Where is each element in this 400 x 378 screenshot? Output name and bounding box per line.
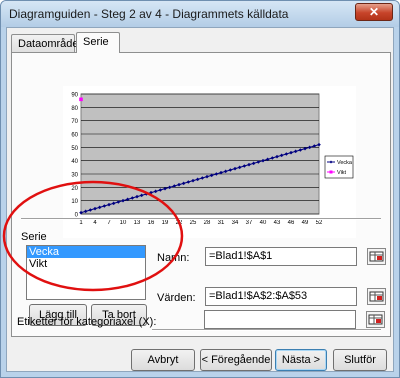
x-tick-label: 19	[162, 220, 169, 226]
x-tick-label: 4	[93, 220, 97, 226]
x-tick-label: 22	[176, 220, 183, 226]
values-field[interactable]: =Blad1!$A$2:$A$53	[205, 287, 357, 306]
dialog-client-area: Dataområde Serie 0 10 20 30 40 50 60 70 80 90 1 4 7 1…	[6, 27, 394, 372]
close-button[interactable]: ✕	[355, 3, 393, 21]
x-tick-label: 13	[134, 220, 141, 226]
tab-dataomrade[interactable]: Dataområde	[11, 34, 79, 53]
x-tick-label: 52	[316, 220, 323, 226]
x-tick-label: 34	[232, 220, 239, 226]
series-listbox[interactable]: Vecka Vikt	[26, 245, 146, 300]
x-tick-label: 7	[107, 220, 111, 226]
chart-preview: 0 10 20 30 40 50 60 70 80 90 1 4 7 10 13 16 19 22 25 28 31 34…	[63, 86, 356, 238]
separator-mid	[152, 329, 381, 331]
y-tick-label: 60	[71, 133, 78, 139]
x-tick-label: 25	[190, 220, 197, 226]
separator-top	[21, 218, 381, 220]
x-tick-label: 10	[120, 220, 127, 226]
tab-panel: 0 10 20 30 40 50 60 70 80 90 1 4 7 10 13 16 19 22 25 28 31 34…	[11, 52, 391, 337]
y-tick-label: 20	[71, 186, 78, 192]
category-axis-field[interactable]	[204, 310, 356, 329]
close-icon: ✕	[368, 5, 380, 19]
category-collapse-button[interactable]	[366, 311, 385, 328]
series-list-item-vikt[interactable]: Vikt	[27, 258, 145, 270]
series-heading: Serie	[21, 231, 47, 243]
x-tick-label: 37	[246, 220, 253, 226]
x-tick-label: 1	[79, 220, 83, 226]
title-bar[interactable]: Diagramguiden - Steg 2 av 4 - Diagrammet…	[1, 1, 399, 27]
legend-label: Vikt	[337, 170, 347, 176]
back-button[interactable]: < Föregående	[200, 349, 272, 371]
y-tick-label: 10	[71, 199, 78, 205]
name-label: Namn:	[157, 252, 190, 264]
dialog-window: Diagramguiden - Steg 2 av 4 - Diagrammet…	[0, 0, 400, 378]
chart-svg: 01020304050607080901 4 7 10 13 16 19 22 25 28 31 34…	[71, 93, 354, 226]
tab-serie[interactable]: Serie	[76, 32, 120, 53]
y-tick-label: 40	[71, 159, 78, 165]
cancel-button[interactable]: Avbryt	[131, 349, 195, 371]
y-tick-label: 70	[71, 119, 78, 125]
values-label: Värden:	[157, 292, 196, 304]
finish-button[interactable]: Slutför	[333, 349, 387, 371]
y-tick-label: 90	[71, 93, 78, 99]
series-list-item-vecka[interactable]: Vecka	[27, 246, 145, 258]
category-axis-label: Etiketter för kategoriaxel (X):	[17, 316, 157, 328]
name-collapse-button[interactable]	[367, 248, 386, 265]
window-title: Diagramguiden - Steg 2 av 4 - Diagrammet…	[9, 7, 289, 21]
x-tick-label: 40	[260, 220, 267, 226]
y-tick-label: 50	[71, 146, 78, 152]
x-tick-label: 46	[288, 220, 295, 226]
data-point	[79, 97, 83, 102]
values-collapse-button[interactable]	[367, 288, 386, 305]
x-tick-label: 28	[204, 220, 211, 226]
x-tick-label: 16	[148, 220, 155, 226]
x-tick-label: 49	[302, 220, 309, 226]
x-tick-label: 31	[218, 220, 225, 226]
legend-marker	[329, 170, 333, 174]
range-select-icon	[368, 314, 383, 325]
range-select-icon	[369, 251, 384, 262]
y-tick-label: 80	[71, 106, 78, 112]
plot-area	[80, 93, 320, 215]
name-field[interactable]: =Blad1!$A$1	[205, 247, 357, 266]
y-tick-label: 30	[71, 173, 78, 179]
x-tick-label: 43	[274, 220, 281, 226]
range-select-icon	[369, 291, 384, 302]
next-button[interactable]: Nästa >	[275, 349, 327, 371]
legend-label: Vecka	[337, 160, 353, 166]
